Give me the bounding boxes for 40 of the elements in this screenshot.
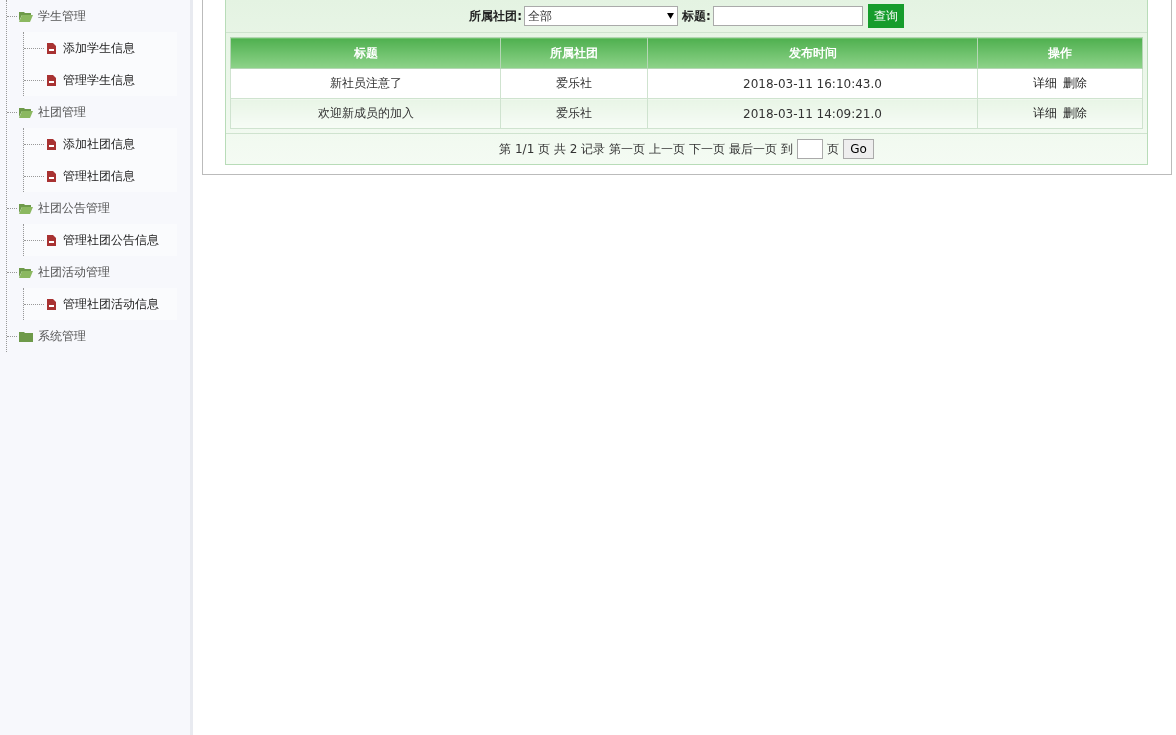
pager-link[interactable]: 下一页 [689, 140, 726, 158]
document-icon [47, 138, 56, 150]
page-input[interactable] [797, 139, 824, 159]
title-label: 标题: [682, 7, 711, 25]
club-select[interactable]: 全部 [524, 6, 678, 26]
goto-label: 到 [781, 140, 794, 158]
column-header: 操作 [977, 37, 1143, 69]
tree-folder-item[interactable]: 学生管理 [38, 7, 86, 25]
document-icon [47, 74, 56, 86]
table-cell: 新社员注意了 [230, 68, 501, 99]
table-cell: 2018-03-11 16:10:43.0 [647, 68, 978, 99]
table-cell: 2018-03-11 14:09:21.0 [647, 98, 978, 129]
document-icon [47, 298, 56, 310]
search-button[interactable]: 查询 [867, 4, 904, 28]
pager-link[interactable]: 第一页 [609, 140, 646, 158]
document-icon [47, 234, 56, 246]
tree-folder-item[interactable]: 社团管理 [38, 103, 86, 121]
document-icon [47, 42, 56, 54]
action-link[interactable]: 删除 [1063, 105, 1087, 122]
column-header: 所属社团 [500, 37, 648, 69]
go-button[interactable]: Go [843, 139, 874, 159]
club-label: 所属社团: [469, 7, 522, 25]
action-link[interactable]: 删除 [1063, 75, 1087, 92]
column-header: 标题 [230, 37, 501, 69]
tree-folder-item[interactable]: 社团活动管理 [38, 263, 110, 281]
page-info: 第 1/1 页 共 2 记录 [499, 140, 606, 158]
column-header: 发布时间 [647, 37, 978, 69]
action-link[interactable]: 详细 [1033, 75, 1057, 92]
document-icon [47, 170, 56, 182]
page-suffix: 页 [827, 140, 840, 158]
action-link[interactable]: 详细 [1033, 105, 1057, 122]
table-cell: 爱乐社 [500, 68, 648, 99]
caret-icon [667, 13, 674, 19]
pager-link[interactable]: 上一页 [649, 140, 686, 158]
pager-link[interactable]: 最后一页 [729, 140, 778, 158]
tree-folder-item[interactable]: 系统管理 [38, 327, 86, 345]
title-input[interactable] [712, 6, 863, 26]
table-cell: 爱乐社 [500, 98, 648, 129]
tree-folder-item[interactable]: 社团公告管理 [38, 199, 110, 217]
table-cell: 欢迎新成员的加入 [230, 98, 501, 129]
